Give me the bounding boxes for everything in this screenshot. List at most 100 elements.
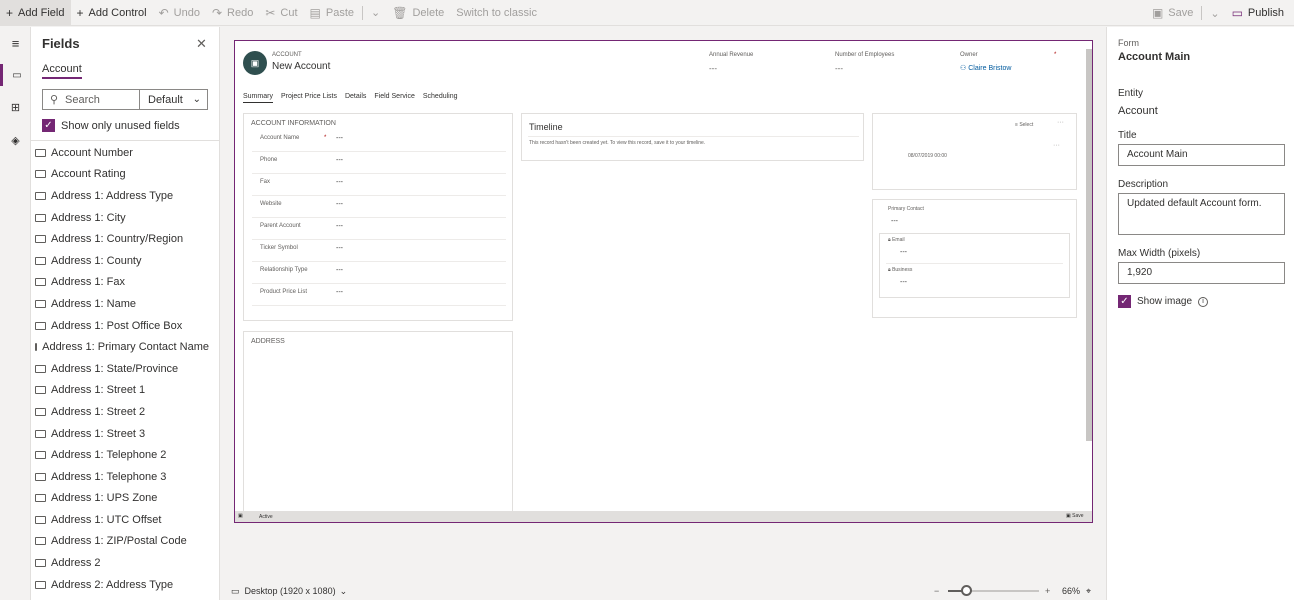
field-list-item[interactable]: Address 1: City [35,207,209,229]
field-list-item[interactable]: Address 1: Telephone 2 [35,444,209,466]
form-field-row[interactable]: Ticker Symbol --- [252,240,506,262]
zoom-slider-thumb[interactable] [961,585,973,596]
status-save-button[interactable]: ▣ Save [1066,513,1084,519]
description-field[interactable]: Updated default Account form. [1118,193,1285,235]
left-rail: ≡ ▭ ⊞ ◈ [0,27,31,600]
primary-contact-value[interactable]: --- [891,218,898,225]
header-field-value[interactable]: --- [835,64,843,73]
add-control-button[interactable]: + Add Control [71,0,153,26]
cut-button[interactable]: ✂ Cut [259,0,303,26]
publish-button[interactable]: ▭ Publish [1226,0,1294,26]
max-width-field[interactable]: 1,920 [1118,262,1285,284]
tab-details[interactable]: Details [345,93,366,103]
components-pane-button[interactable]: ⊞ [0,96,31,118]
field-list-item[interactable]: Address 1: Telephone 3 [35,466,209,488]
show-image-checkbox[interactable]: ✓ Show image i [1118,295,1209,308]
field-value: --- [336,201,343,208]
field-list-item[interactable]: Address 1: Address Type [35,185,209,207]
form-field-row[interactable]: Account Name --- * [252,130,506,152]
address-section[interactable]: ADDRESS [243,331,513,521]
field-list-item[interactable]: Address 1: State/Province [35,358,209,380]
select-button[interactable]: ≡ Select [1015,122,1033,128]
field-list-item[interactable]: Address 1: Name [35,293,209,315]
more-options-icon[interactable]: ··· [1053,142,1060,149]
title-field[interactable]: Account Main [1118,144,1285,166]
field-list-item[interactable]: Account Rating [35,164,209,186]
field-list-item[interactable]: Address 1: UPS Zone [35,488,209,510]
undo-button[interactable]: ↶ Undo [153,0,206,26]
form-tabs: Summary Project Price Lists Details Fiel… [243,93,458,103]
form-name-heading: Account Main [1118,51,1191,63]
form-field-row[interactable]: Relationship Type --- [252,262,506,284]
field-list-item[interactable]: Address 2 [35,552,209,574]
field-type-icon [35,170,46,179]
search-input[interactable] [65,93,139,106]
close-icon[interactable]: ✕ [196,36,207,52]
clipboard-icon: ▤ [309,5,321,20]
save-button[interactable]: ▣ Save [1146,0,1199,26]
field-list-item[interactable]: Address 1: Street 1 [35,380,209,402]
form-preview[interactable]: ▣ ACCOUNT New Account Annual Revenue ---… [234,40,1093,523]
tab-project-price-lists[interactable]: Project Price Lists [281,93,337,103]
timeline-section[interactable]: Timeline This record hasn't been created… [521,113,864,161]
header-field-label: Owner [960,52,978,58]
device-selector[interactable]: ▭ Desktop (1920 x 1080) ⌄ [231,586,347,597]
account-information-section[interactable]: ACCOUNT INFORMATION Account Name --- * Phon… [243,113,513,321]
tab-summary[interactable]: Summary [243,93,273,103]
more-options-icon[interactable]: ··· [1057,119,1064,126]
field-list-item[interactable]: Address 1: Street 2 [35,401,209,423]
field-list-item[interactable]: Address 2: Address Type [35,574,209,596]
fit-to-screen-icon[interactable]: ⌖ [1086,586,1091,597]
header-field-value[interactable]: --- [709,64,717,73]
field-type-icon [35,386,46,395]
show-unused-fields-checkbox[interactable]: ✓ Show only unused fields [42,119,180,132]
field-list-item[interactable]: Account Number [35,142,209,164]
primary-contact-section[interactable]: Primary Contact --- 🔒︎ Email --- 🔒︎ Busi… [872,199,1077,318]
tab-account[interactable]: Account [42,63,82,79]
redo-button[interactable]: ↷ Redo [206,0,259,26]
zoom-slider[interactable] [948,585,1039,596]
field-label: Ticker Symbol [260,245,298,251]
field-list-item[interactable]: Address 1: County [35,250,209,272]
form-field-row[interactable]: Product Price List --- [252,284,506,306]
field-type-icon [35,580,46,589]
field-value: --- [336,157,343,164]
switch-to-classic-button[interactable]: Switch to classic [450,0,543,26]
zoom-out-button[interactable]: − [934,586,939,596]
hamburger-menu-button[interactable]: ≡ [0,32,31,54]
form-field-row[interactable]: Fax --- [252,174,506,196]
required-marker: * [1054,52,1057,58]
tab-field-service[interactable]: Field Service [374,93,414,103]
info-icon[interactable]: i [1198,296,1209,307]
activity-card[interactable]: ≡ Select ··· ··· 08/07/2019 00:00 [872,113,1077,190]
zoom-level: 66% [1062,586,1081,596]
field-type-icon [35,213,46,222]
form-scrollbar[interactable] [1086,49,1092,441]
field-list-item[interactable]: Address 1: UTC Offset [35,509,209,531]
zoom-in-button[interactable]: + [1045,586,1050,596]
header-field-label: Number of Employees [835,52,895,58]
field-list-item[interactable]: Address 1: Primary Contact Name [35,336,209,358]
field-type-icon [35,494,46,503]
field-list-item[interactable]: Address 1: Street 3 [35,423,209,445]
paste-button[interactable]: ▤ Paste [304,0,360,26]
field-type-icon [35,278,46,287]
form-field-row[interactable]: Parent Account --- [252,218,506,240]
add-field-button[interactable]: + Add Field [0,0,71,26]
paste-options-button[interactable]: ⌄ [365,0,386,26]
field-list-item[interactable]: Address 1: Country/Region [35,228,209,250]
form-field-row[interactable]: Phone --- [252,152,506,174]
fields-pane-button[interactable]: ▭ [0,64,31,86]
field-filter-dropdown[interactable]: Default ⌄ [140,94,207,106]
field-type-icon [35,235,46,244]
form-field-row[interactable]: Website --- [252,196,506,218]
save-options-button[interactable]: ⌄ [1204,0,1225,26]
owner-link[interactable]: ⚇ Claire Bristow [960,64,1011,72]
tree-view-button[interactable]: ◈ [0,129,31,151]
field-list-item[interactable]: Address 1: ZIP/Postal Code [35,531,209,553]
field-list-item[interactable]: Address 1: Post Office Box [35,315,209,337]
delete-button[interactable]: 🗑︎ Delete [386,0,450,26]
chevron-down-icon: ⌄ [339,585,348,596]
tab-scheduling[interactable]: Scheduling [423,93,458,103]
field-list-item[interactable]: Address 1: Fax [35,272,209,294]
